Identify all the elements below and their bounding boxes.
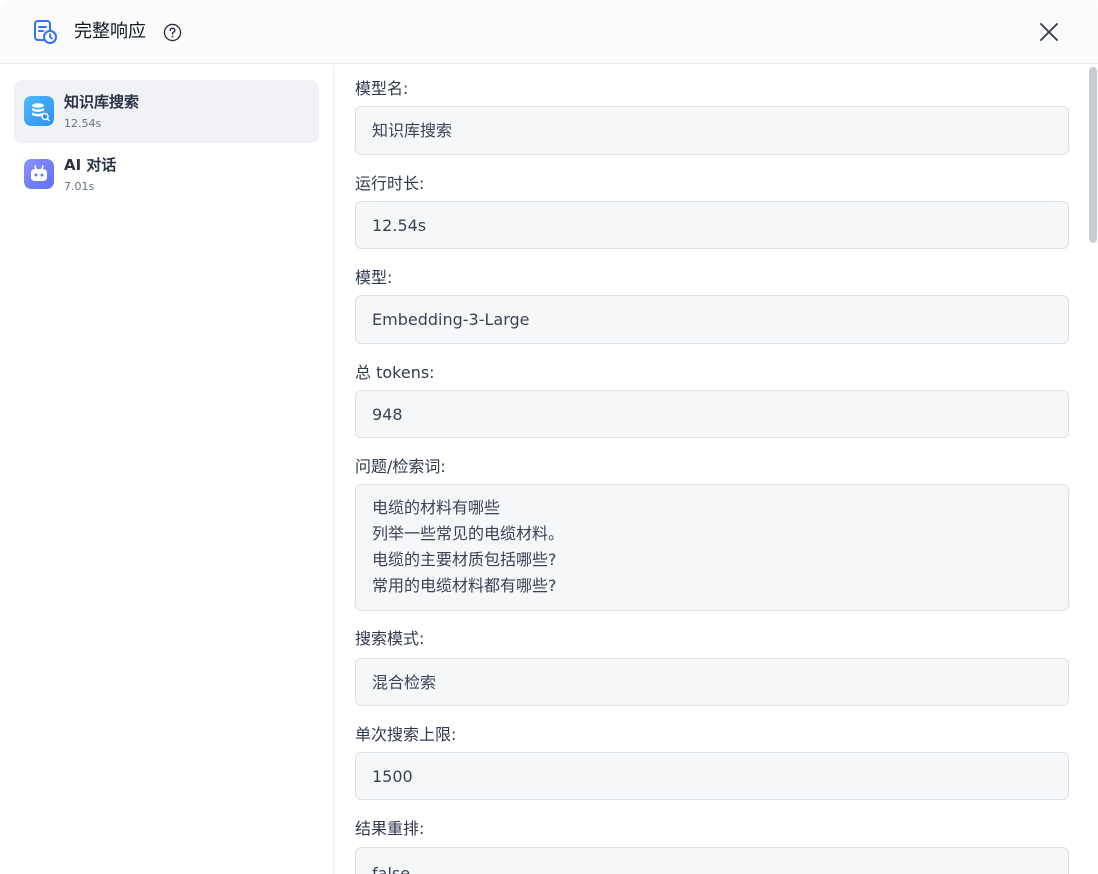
- field-value-search-limit: 1500: [355, 752, 1069, 800]
- module-sidebar: 知识库搜索 12.54s AI 对话 7.01s: [0, 65, 334, 874]
- sidebar-item-ai-chat[interactable]: AI 对话 7.01s: [14, 143, 319, 206]
- field-value-rerank: false: [355, 847, 1069, 874]
- sidebar-item-label: 知识库搜索: [64, 93, 140, 111]
- field-label-run-time: 运行时长:: [355, 174, 425, 193]
- response-details: 模型名: 知识库搜索 运行时长: 12.54s 模型: Embedding-3-…: [335, 65, 1088, 874]
- response-log-icon: [34, 20, 57, 44]
- help-circle-icon[interactable]: [163, 23, 182, 42]
- query-line: 电缆的主要材质包括哪些?: [372, 550, 557, 569]
- full-response-modal: 完整响应 知识库搜索 12.54s AI 对话 7.01s 模型名: 知识库搜索…: [0, 0, 1098, 874]
- field-label-module-name: 模型名:: [355, 79, 409, 98]
- query-line: 列举一些常见的电缆材料。: [372, 524, 565, 543]
- field-label-search-limit: 单次搜索上限:: [355, 725, 457, 744]
- modal-header: 完整响应: [0, 0, 1098, 64]
- content-scrollbar[interactable]: [1088, 65, 1098, 874]
- field-value-module-name: 知识库搜索: [355, 106, 1069, 155]
- dataset-search-icon: [24, 96, 54, 126]
- field-value-search-mode: 混合检索: [355, 658, 1069, 706]
- modal-title: 完整响应: [74, 21, 146, 42]
- sidebar-item-dataset-search[interactable]: 知识库搜索 12.54s: [14, 80, 319, 143]
- field-label-query: 问题/检索词:: [355, 457, 446, 476]
- field-label-total-tokens: 总 tokens:: [355, 363, 435, 382]
- query-line: 常用的电缆材料都有哪些?: [372, 576, 557, 595]
- field-label-rerank: 结果重排:: [355, 819, 425, 838]
- scrollbar-thumb[interactable]: [1089, 67, 1097, 243]
- field-value-total-tokens: 948: [355, 390, 1069, 438]
- query-line: 电缆的材料有哪些: [372, 498, 501, 517]
- sidebar-item-label: AI 对话: [64, 156, 117, 174]
- sidebar-item-time: 12.54s: [64, 117, 102, 130]
- field-value-model: Embedding-3-Large: [355, 295, 1069, 344]
- field-label-model: 模型:: [355, 268, 393, 287]
- close-icon[interactable]: [1037, 20, 1061, 44]
- ai-bot-icon: [24, 159, 54, 189]
- field-value-query: 电缆的材料有哪些 列举一些常见的电缆材料。 电缆的主要材质包括哪些? 常用的电缆…: [355, 484, 1069, 611]
- sidebar-item-time: 7.01s: [64, 180, 95, 193]
- field-value-run-time: 12.54s: [355, 201, 1069, 249]
- field-label-search-mode: 搜索模式:: [355, 629, 425, 648]
